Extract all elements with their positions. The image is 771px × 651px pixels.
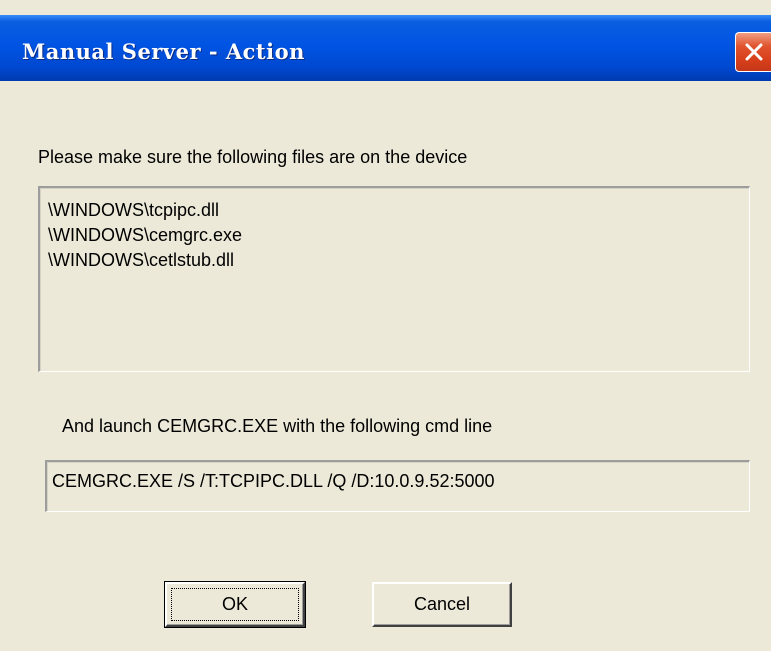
- dialog-window: Manual Server - Action Please make sure …: [0, 0, 771, 651]
- files-prompt-label: Please make sure the following files are…: [38, 147, 468, 167]
- close-button[interactable]: [735, 32, 771, 72]
- title-bar[interactable]: Manual Server - Action: [0, 15, 771, 81]
- ok-button[interactable]: OK: [164, 581, 306, 628]
- close-icon: [743, 41, 765, 63]
- file-item: \WINDOWS\cemgrc.exe: [48, 225, 243, 245]
- file-item: \WINDOWS\tcpipc.dll: [48, 200, 220, 220]
- focus-rect: [171, 588, 299, 621]
- launch-prompt-label: And launch CEMGRC.EXE with the following…: [62, 416, 493, 436]
- window-title: Manual Server - Action: [22, 39, 305, 64]
- cancel-button[interactable]: Cancel: [372, 582, 512, 627]
- cancel-button-label: Cancel: [413, 594, 471, 614]
- file-item: \WINDOWS\cetlstub.dll: [48, 250, 235, 270]
- cmd-line-field[interactable]: CEMGRC.EXE /S /T:TCPIPC.DLL /Q /D:10.0.9…: [45, 460, 750, 512]
- files-list-box[interactable]: \WINDOWS\tcpipc.dll \WINDOWS\cemgrc.exe …: [38, 186, 750, 372]
- cmd-line-text: CEMGRC.EXE /S /T:TCPIPC.DLL /Q /D:10.0.9…: [52, 471, 495, 491]
